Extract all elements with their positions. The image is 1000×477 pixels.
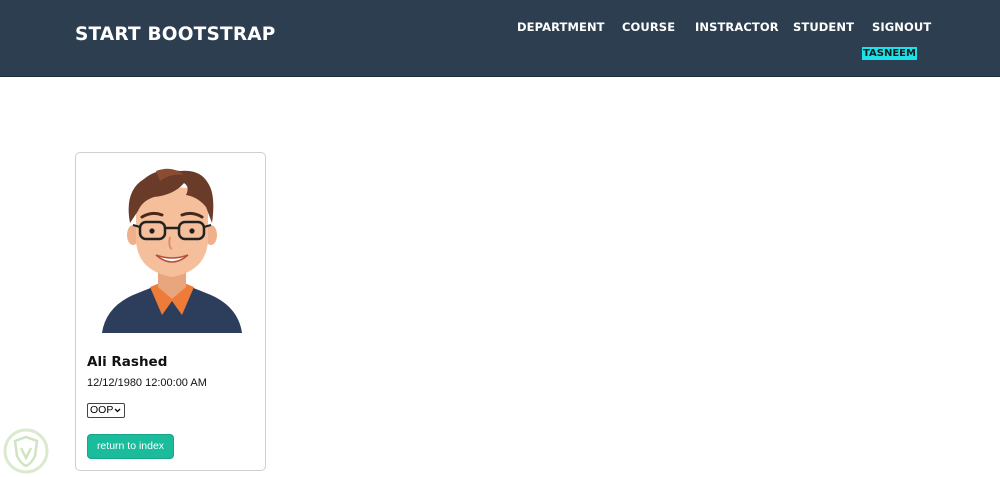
course-select[interactable]: OOP (87, 403, 125, 418)
brand-link[interactable]: START BOOTSTRAP (75, 24, 276, 45)
avatar (102, 168, 242, 333)
student-name: Ali Rashed (87, 354, 168, 370)
nav-link-signout[interactable]: SIGNOUT (872, 20, 931, 34)
top-navbar: START BOOTSTRAP DEPARTMENT COURSE INSTRA… (0, 0, 1000, 77)
course-select-value: OOP (90, 404, 114, 416)
student-card: Ali Rashed 12/12/1980 12:00:00 AM OOP re… (75, 152, 266, 471)
shield-logo-icon (3, 428, 49, 474)
nav-link-course[interactable]: COURSE (622, 20, 675, 34)
chevron-down-icon (114, 404, 121, 420)
nav-link-department[interactable]: DEPARTMENT (517, 20, 605, 34)
current-user-label: TASNEEM (862, 47, 917, 60)
return-to-index-button[interactable]: return to index (87, 434, 174, 459)
student-date: 12/12/1980 12:00:00 AM (87, 377, 207, 389)
nav-link-student[interactable]: STUDENT (793, 20, 854, 34)
nav-link-instractor[interactable]: INSTRACTOR (695, 20, 779, 34)
